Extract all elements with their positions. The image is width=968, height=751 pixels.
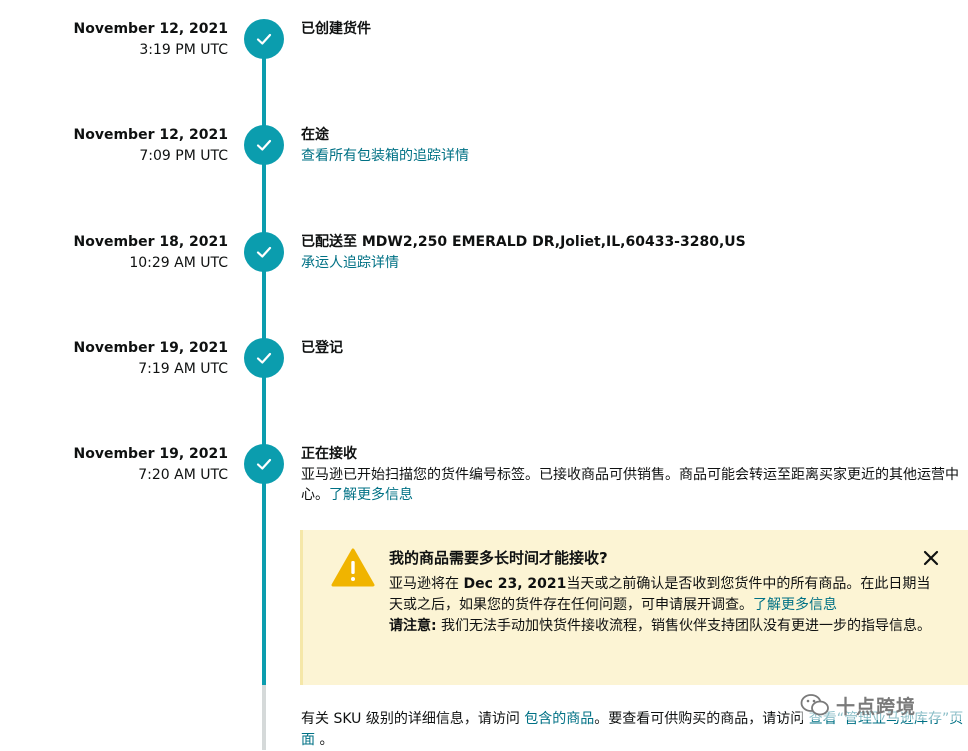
alert-note-label: 请注意:	[389, 618, 437, 634]
footer-text: 有关 SKU 级别的详细信息，请访问	[301, 711, 525, 727]
footer-text: 。	[315, 732, 334, 748]
check-icon	[244, 19, 284, 59]
event-time: 7:09 PM UTC	[139, 148, 228, 164]
event-date: November 19, 2021	[73, 446, 228, 462]
check-icon	[244, 338, 284, 378]
event-title: 已登记	[301, 340, 343, 356]
event-title: 已配送至 MDW2,250 EMERALD DR,Joliet,IL,60433…	[301, 234, 746, 250]
event-date: November 12, 2021	[73, 21, 228, 37]
watermark-text: 十点跨境	[836, 695, 917, 718]
tracking-details-link[interactable]: 查看所有包装箱的追踪详情	[301, 146, 469, 166]
included-items-link[interactable]: 包含的商品	[524, 711, 594, 727]
event-description: 亚马逊已开始扫描您的货件编号标签。已接收商品可供销售。商品可能会转运至距离买家更…	[301, 465, 961, 505]
alert-deadline-date: Dec 23, 2021	[463, 576, 567, 592]
alert-body: 亚马逊将在 Dec 23, 2021当天或之前确认是否收到您货件中的所有商品。在…	[389, 574, 937, 637]
alert-note-text: 我们无法手动加快货件接收流程，销售伙伴支持团队没有更进一步的指导信息。	[436, 618, 932, 634]
watermark: 十点跨境	[800, 690, 968, 720]
alert-learn-more-link[interactable]: 了解更多信息	[753, 597, 837, 613]
close-icon[interactable]	[921, 548, 941, 568]
event-time: 3:19 PM UTC	[139, 42, 228, 58]
learn-more-link[interactable]: 了解更多信息	[329, 487, 413, 503]
event-title: 在途	[301, 127, 329, 143]
wechat-icon	[800, 694, 829, 716]
receiving-time-alert: 我的商品需要多长时间才能接收? 亚马逊将在 Dec 23, 2021当天或之前确…	[300, 530, 968, 685]
check-icon	[244, 232, 284, 272]
event-time: 10:29 AM UTC	[129, 255, 228, 271]
warning-icon	[331, 548, 375, 587]
event-date: November 12, 2021	[73, 127, 228, 143]
event-time: 7:20 AM UTC	[138, 467, 228, 483]
event-title: 已创建货件	[301, 21, 371, 37]
check-icon	[244, 444, 284, 484]
event-time: 7:19 AM UTC	[138, 361, 228, 377]
timeline-line-pending	[262, 685, 266, 750]
event-date: November 19, 2021	[73, 340, 228, 356]
footer-text: 。要查看可供购买的商品，请访问	[594, 711, 809, 727]
carrier-tracking-link[interactable]: 承运人追踪详情	[301, 253, 399, 273]
alert-title: 我的商品需要多长时间才能接收?	[389, 549, 608, 567]
event-title: 正在接收	[301, 446, 357, 462]
event-date: November 18, 2021	[73, 234, 228, 250]
check-icon	[244, 125, 284, 165]
alert-body-text: 亚马逊将在	[389, 576, 464, 592]
